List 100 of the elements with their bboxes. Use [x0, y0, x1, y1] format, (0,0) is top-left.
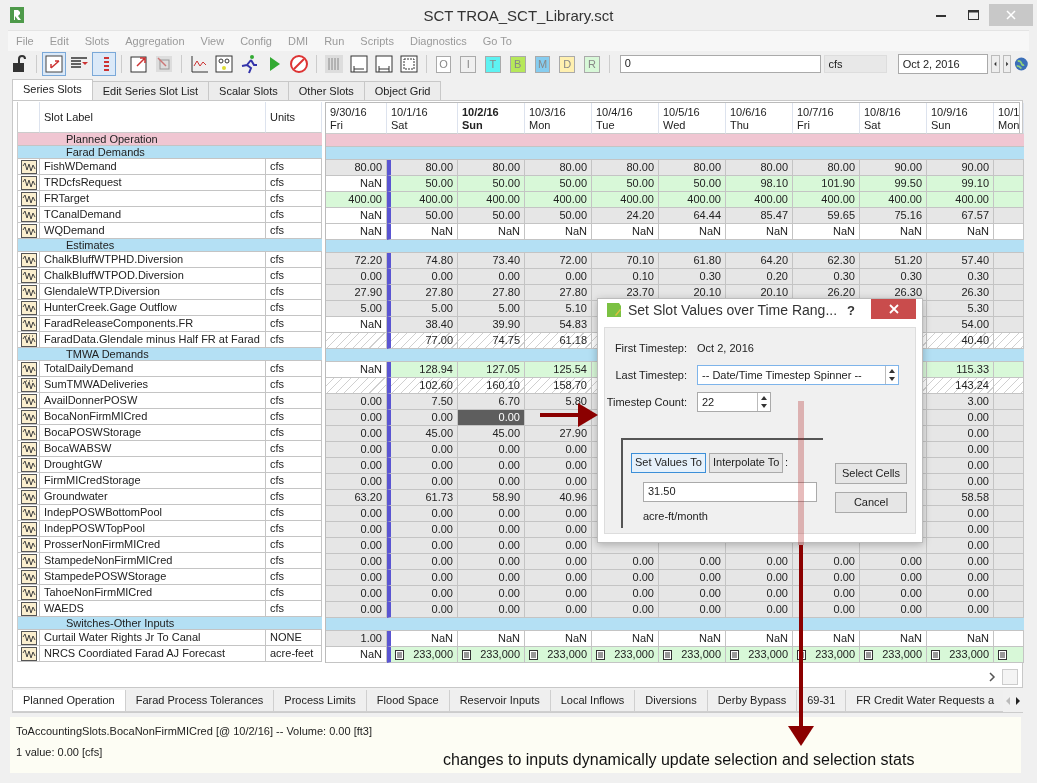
table-cell[interactable]: 0.00	[387, 474, 458, 490]
table-cell[interactable]: 61.18	[525, 333, 592, 349]
table-cell[interactable]: 233,000	[860, 647, 927, 663]
slot-label[interactable]: IndepPOSWTopPool	[40, 521, 266, 537]
table-cell[interactable]: 50.00	[525, 176, 592, 192]
table-cell[interactable]: 38.40	[387, 317, 458, 333]
note-icon[interactable]	[864, 649, 873, 660]
stop-icon[interactable]	[287, 53, 310, 75]
table-cell[interactable]: 0.00	[326, 269, 387, 285]
align-both-icon[interactable]	[372, 53, 395, 75]
table-cell[interactable]	[994, 442, 1025, 458]
count-spinner[interactable]: 22	[697, 392, 771, 412]
table-cell[interactable]: 99.50	[860, 176, 927, 192]
table-cell[interactable]: 73.40	[458, 253, 525, 269]
table-cell[interactable]: 50.00	[659, 176, 726, 192]
slot-label[interactable]: BocaWABSW	[40, 441, 266, 457]
table-cell[interactable]: 40.40	[927, 333, 994, 349]
table-cell[interactable]	[994, 490, 1025, 506]
table-cell[interactable]: 233,000	[726, 647, 793, 663]
table-cell[interactable]: 5.00	[326, 301, 387, 317]
table-cell[interactable]: 0.00	[326, 522, 387, 538]
table-cell[interactable]: 0.00	[927, 458, 994, 474]
diagram-icon[interactable]	[212, 53, 235, 75]
table-cell[interactable]: 0.00	[326, 602, 387, 618]
table-cell[interactable]: 0.00	[458, 554, 525, 570]
table-cell[interactable]: NaN	[326, 224, 387, 240]
table-cell[interactable]: 0.00	[860, 570, 927, 586]
table-cell[interactable]: NaN	[458, 224, 525, 240]
table-cell[interactable]: 0.00	[927, 506, 994, 522]
expand-icon[interactable]	[397, 53, 420, 75]
globe-icon[interactable]	[1014, 56, 1029, 72]
slot-label[interactable]: TahoeNonFirmMICred	[40, 585, 266, 601]
table-cell[interactable]: 0.00	[458, 269, 525, 285]
table-cell[interactable]: 0.00	[458, 410, 525, 426]
slot-label[interactable]: FaradReleaseComponents.FR	[40, 316, 266, 332]
table-cell[interactable]	[994, 285, 1025, 301]
slot-label[interactable]: ProsserNonFirmMICred	[40, 537, 266, 553]
table-cell[interactable]: 0.00	[726, 586, 793, 602]
spin-arrows-icon[interactable]	[757, 393, 770, 411]
table-cell[interactable]: 27.80	[458, 285, 525, 301]
table-cell[interactable]: NaN	[793, 631, 860, 647]
table-cell[interactable]: 0.00	[326, 474, 387, 490]
tab[interactable]: Other Slots	[287, 81, 365, 100]
scroll-right-icon[interactable]	[988, 671, 996, 682]
table-cell[interactable]: 400.00	[592, 192, 659, 208]
table-cell[interactable]: 99.10	[927, 176, 994, 192]
table-cell[interactable]: 233,000	[659, 647, 726, 663]
table-cell[interactable]: 0.20	[726, 269, 793, 285]
table-cell[interactable]: 64.20	[726, 253, 793, 269]
table-cell[interactable]: 77.00	[387, 333, 458, 349]
table-cell[interactable]: 85.47	[726, 208, 793, 224]
table-cell[interactable]: 5.00	[458, 301, 525, 317]
table-cell[interactable]	[994, 333, 1025, 349]
table-cell[interactable]: 7.50	[387, 394, 458, 410]
table-cell[interactable]: 102.60	[387, 378, 458, 394]
table-cell[interactable]: 0.00	[927, 554, 994, 570]
table-cell[interactable]: 0.00	[326, 458, 387, 474]
table-cell[interactable]: 70.10	[592, 253, 659, 269]
table-cell[interactable]: 5.80	[525, 394, 592, 410]
table-cell[interactable]: 0.00	[525, 602, 592, 618]
table-cell[interactable]: NaN	[326, 176, 387, 192]
slot-label[interactable]: TCanalDemand	[40, 207, 266, 223]
table-cell[interactable]: 54.83	[525, 317, 592, 333]
table-cell[interactable]	[994, 458, 1025, 474]
table-cell[interactable]: 0.00	[525, 442, 592, 458]
table-cell[interactable]: 0.00	[326, 538, 387, 554]
slot-label[interactable]: NRCS Coordiated Farad AJ Forecast	[40, 646, 266, 662]
table-cell[interactable]: 0.00	[793, 586, 860, 602]
table-cell[interactable]: 80.00	[726, 160, 793, 176]
table-cell[interactable]: 0.00	[458, 442, 525, 458]
table-cell[interactable]: 40.96	[525, 490, 592, 506]
table-cell[interactable]: 0.00	[326, 506, 387, 522]
table-cell[interactable]: 0.00	[326, 394, 387, 410]
value-input[interactable]: 31.50	[643, 482, 817, 502]
slot-label[interactable]: ChalkBluffWTPHD.Diversion	[40, 252, 266, 268]
table-cell[interactable]	[994, 570, 1025, 586]
table-cell[interactable]: 26.30	[927, 285, 994, 301]
table-cell[interactable]: 0.00	[525, 538, 592, 554]
table-cell[interactable]	[994, 176, 1025, 192]
slot-label[interactable]: DroughtGW	[40, 457, 266, 473]
table-cell[interactable]: 0.00	[525, 269, 592, 285]
mode-button[interactable]: Interpolate To	[709, 453, 784, 473]
dialog-button[interactable]: Cancel	[835, 492, 907, 513]
table-cell[interactable]: 72.20	[326, 253, 387, 269]
table-cell[interactable]: 0.00	[793, 570, 860, 586]
table-cell[interactable]: 233,000	[458, 647, 525, 663]
table-cell[interactable]	[994, 538, 1025, 554]
table-cell[interactable]: NaN	[659, 224, 726, 240]
align-left-icon[interactable]	[347, 53, 370, 75]
table-cell[interactable]: 50.00	[458, 176, 525, 192]
table-cell[interactable]	[994, 269, 1025, 285]
open-window-icon[interactable]	[127, 53, 150, 75]
note-icon[interactable]	[797, 649, 806, 660]
table-cell[interactable]	[994, 522, 1025, 538]
spin-arrows-icon[interactable]	[885, 366, 898, 384]
table-cell[interactable]: 158.70	[525, 378, 592, 394]
table-cell[interactable]: 0.00	[326, 426, 387, 442]
note-icon[interactable]	[730, 649, 739, 660]
table-cell[interactable]: 24.20	[592, 208, 659, 224]
table-cell[interactable]: 0.00	[458, 602, 525, 618]
